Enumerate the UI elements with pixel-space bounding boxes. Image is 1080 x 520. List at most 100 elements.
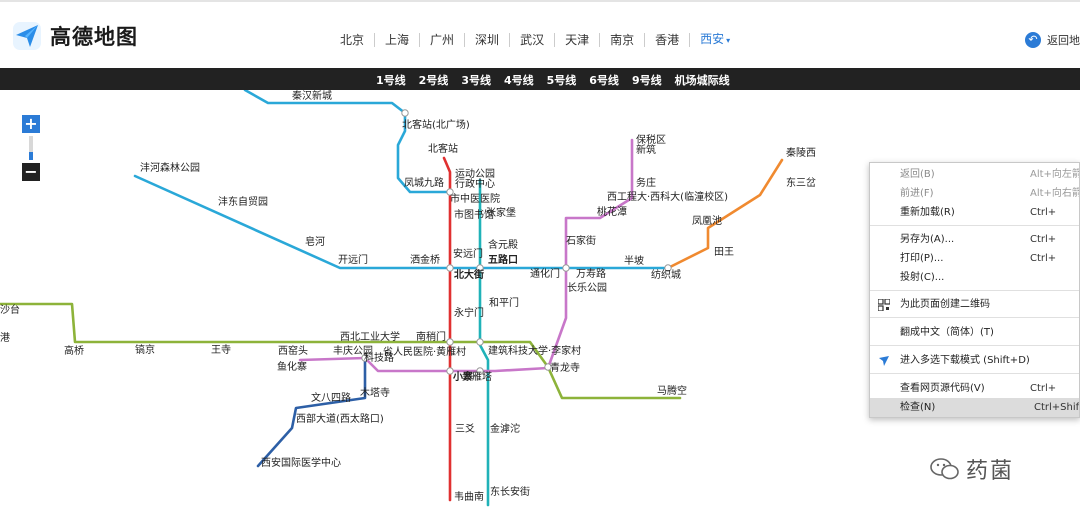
station-label[interactable]: 科技路 [364, 353, 394, 365]
station-label[interactable]: 和平门 [489, 298, 519, 310]
menu-print[interactable]: 打印(P)... Ctrl+ [870, 249, 1079, 268]
station-label[interactable]: 石家街 [566, 236, 596, 248]
station-label[interactable]: 韦曲南 [454, 492, 484, 504]
download-bird-icon [879, 356, 889, 366]
station-label[interactable]: 务庄 [636, 178, 656, 190]
station-label[interactable]: 秦汉新城 [292, 91, 332, 103]
station-label[interactable]: 张家堡 [486, 208, 516, 220]
city-guangzhou[interactable]: 广州 [420, 33, 466, 47]
station-label[interactable]: 镐京 [135, 345, 155, 357]
station-label[interactable]: 高桥 [64, 346, 84, 358]
station-label[interactable]: 市中医医院 [450, 194, 500, 206]
station-label[interactable]: 沙台 [0, 305, 20, 317]
station-label[interactable]: 五路口 [488, 255, 518, 267]
station-label[interactable]: 开远门 [338, 255, 368, 267]
amap-logo[interactable]: 高德地图 [12, 20, 138, 52]
menu-cast[interactable]: 投射(C)... [870, 268, 1079, 287]
station-label[interactable]: 长乐公园 [567, 283, 607, 295]
line-tab-4[interactable]: 4号线 [504, 72, 534, 88]
menu-create-qr[interactable]: 为此页面创建二维码 [870, 295, 1079, 314]
menu-forward[interactable]: 前进(F) Alt+向右箭 [870, 184, 1080, 203]
menu-divider [870, 345, 1079, 346]
station-label[interactable]: 港 [0, 333, 10, 345]
station-label[interactable]: 东长安街 [490, 487, 530, 499]
station-label[interactable]: 木塔寺 [360, 388, 390, 400]
menu-shortcut: Ctrl+ [1030, 253, 1057, 264]
menu-shortcut: Ctrl+ [1030, 383, 1057, 394]
station-label[interactable]: 万寿路 [576, 269, 606, 281]
city-xian-dropdown[interactable]: 西安 ▾ [690, 32, 740, 48]
station-label[interactable]: 纺织城 [651, 270, 681, 282]
station-label[interactable]: 永宁门 [454, 308, 484, 320]
station-label[interactable]: 建筑科技大学·李家村 [488, 346, 581, 358]
station-label[interactable]: 安远门 [453, 249, 483, 261]
station-label[interactable]: 西部大道(西太路口) [296, 414, 384, 426]
line-tab-airport[interactable]: 机场城际线 [675, 72, 730, 88]
station-label[interactable]: 省人民医院·黄雁村 [383, 347, 466, 359]
chevron-down-icon: ▾ [726, 36, 731, 45]
station-label[interactable]: 凤城九路 [404, 178, 444, 190]
menu-reload[interactable]: 重新加载(R) Ctrl+ [870, 203, 1079, 222]
station-label[interactable]: 王寺 [211, 345, 231, 357]
metro-line-bar: 1号线 2号线 3号线 4号线 5号线 6号线 9号线 机场城际线 [0, 68, 1080, 90]
menu-shortcut: Alt+向右箭 [1030, 188, 1080, 199]
station-label[interactable]: 洒金桥 [410, 255, 440, 267]
menu-divider [870, 317, 1079, 318]
city-shenzhen[interactable]: 深圳 [465, 33, 511, 47]
station-label[interactable]: 皂河 [305, 237, 325, 249]
line-tab-9[interactable]: 9号线 [632, 72, 662, 88]
station-label[interactable]: 西安国际医学中心 [261, 458, 341, 470]
station-label[interactable]: 青龙寺 [550, 363, 580, 375]
menu-inspect[interactable]: 检查(N) Ctrl+Shift [870, 398, 1079, 417]
line-tab-1[interactable]: 1号线 [376, 72, 406, 88]
station-label[interactable]: 北客站(北广场) [402, 120, 470, 132]
station-label[interactable]: 行政中心 [455, 179, 495, 191]
station-label[interactable]: 大雁塔 [462, 372, 492, 384]
station-label[interactable]: 凤凰池 [692, 216, 722, 228]
back-link[interactable]: ↶ 返回地 [1025, 32, 1080, 48]
zoom-in-button[interactable]: + [22, 115, 40, 133]
station-label[interactable]: 南稍门 [416, 332, 446, 344]
station-label[interactable]: 西北工业大学 [340, 332, 400, 344]
line-tab-6[interactable]: 6号线 [589, 72, 619, 88]
menu-translate[interactable]: 翻成中文（简体）(T) [870, 323, 1079, 342]
menu-label: 进入多选下载模式 (Shift+D) [900, 355, 1030, 366]
city-tianjin[interactable]: 天津 [555, 33, 601, 47]
menu-multi-download[interactable]: 进入多选下载模式 (Shift+D) [870, 351, 1079, 370]
menu-view-source[interactable]: 查看网页源代码(V) Ctrl+ [870, 379, 1079, 398]
station-label[interactable]: 鱼化寨 [277, 362, 307, 374]
menu-label: 检查(N) [900, 402, 936, 413]
station-label[interactable]: 秦陵西 [786, 148, 816, 160]
station-label[interactable]: 含元殿 [488, 240, 518, 252]
station-label[interactable]: 马腾空 [657, 386, 687, 398]
station-label[interactable]: 田王 [714, 247, 734, 259]
station-label[interactable]: 新筑 [636, 145, 656, 157]
line-tab-3[interactable]: 3号线 [461, 72, 491, 88]
station-label[interactable]: 西工程大·西科大(临潼校区) [607, 192, 728, 204]
station-label[interactable]: 金滹沱 [490, 424, 520, 436]
city-shanghai[interactable]: 上海 [375, 33, 421, 47]
city-nanjing[interactable]: 南京 [600, 33, 646, 47]
city-hongkong[interactable]: 香港 [645, 33, 691, 47]
line-tab-5[interactable]: 5号线 [547, 72, 577, 88]
active-city-label: 西安 [700, 32, 725, 46]
station-label[interactable]: 北大街 [454, 270, 484, 282]
city-wuhan[interactable]: 武汉 [510, 33, 556, 47]
station-label[interactable]: 三爻 [455, 424, 475, 436]
station-label[interactable]: 沣东自贸园 [218, 197, 268, 209]
station-label[interactable]: 东三岔 [786, 178, 816, 190]
city-beijing[interactable]: 北京 [330, 33, 376, 47]
line-6-path [256, 358, 367, 468]
zoom-out-button[interactable]: − [22, 163, 40, 181]
station-label[interactable]: 通化门 [530, 269, 560, 281]
station-label[interactable]: 半坡 [624, 256, 644, 268]
station-label[interactable]: 北客站 [428, 144, 458, 156]
line-tab-2[interactable]: 2号线 [419, 72, 449, 88]
station-label[interactable]: 文八四路 [311, 393, 351, 405]
menu-save-as[interactable]: 另存为(A)... Ctrl+ [870, 230, 1079, 249]
zoom-slider[interactable] [29, 136, 33, 160]
station-label[interactable]: 沣河森林公园 [140, 163, 200, 175]
menu-back[interactable]: 返回(B) Alt+向左箭 [870, 165, 1079, 184]
station-label[interactable]: 桃花潭 [597, 207, 627, 219]
station-label[interactable]: 西窑头 [278, 346, 308, 358]
